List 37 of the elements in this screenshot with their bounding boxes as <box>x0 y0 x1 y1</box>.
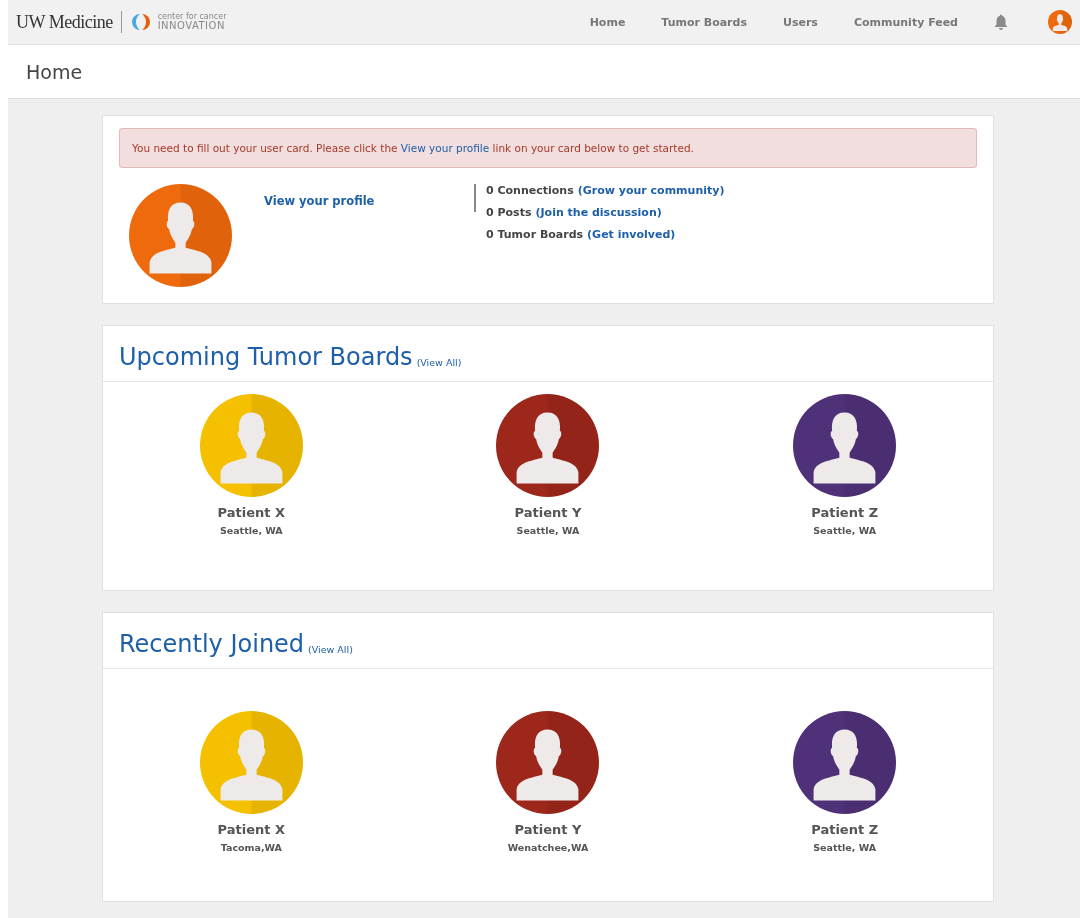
nav-link[interactable]: Community Feed <box>853 15 958 29</box>
person-location: Tacoma,WA <box>220 842 282 853</box>
person-name[interactable]: Patient X <box>217 505 286 520</box>
person-location: Seattle, WA <box>516 525 580 536</box>
profile-link[interactable]: View your profile <box>264 194 474 208</box>
profile-link[interactable]: View your profile <box>400 142 490 154</box>
section-title: Upcoming Tumor Boards <box>119 345 413 369</box>
person-location: Seattle, WA <box>813 525 877 536</box>
person-name[interactable]: Patient X <box>217 822 286 837</box>
person-name[interactable]: Patient Y <box>514 822 582 837</box>
avatar-icon <box>129 184 232 287</box>
person-name[interactable]: Patient Z <box>811 822 879 837</box>
person-location: Wenatchee,WA <box>507 842 589 853</box>
section-title: Recently Joined <box>119 632 305 656</box>
brand-name: UW Medicine <box>16 11 113 33</box>
stat-link[interactable]: (Join the discussion) <box>535 206 662 219</box>
stat-count: 0 Tumor Boards <box>486 228 584 241</box>
person-name[interactable]: Patient Z <box>811 505 879 520</box>
nav-link[interactable]: Users <box>782 15 818 29</box>
person-location: Seattle, WA <box>219 525 283 536</box>
stat-link[interactable]: (Grow your community) <box>577 184 725 197</box>
view-all-link[interactable]: (View All) <box>308 644 353 656</box>
stat-count: 0 Posts <box>486 206 532 219</box>
view-all-link[interactable]: (View All) <box>416 357 462 369</box>
person-location: Seattle, WA <box>813 842 877 853</box>
stat-link[interactable]: (Get involved) <box>587 228 676 241</box>
logo-icon <box>129 13 152 31</box>
nav-link[interactable]: Tumor Boards <box>661 15 747 29</box>
stat-count: 0 Connections <box>486 184 574 197</box>
avatar-icon <box>1048 10 1072 34</box>
alert-message: You need to fill out your user card. Please click the View your profile link on your card below to get started. <box>119 128 977 168</box>
bell-icon[interactable] <box>994 14 1008 30</box>
brand-tagline: INNOVATION <box>157 21 226 31</box>
page-title: Home <box>26 60 83 83</box>
nav-link[interactable]: Home <box>589 15 626 29</box>
brand-tagline: center for cancer <box>157 13 227 21</box>
person-name[interactable]: Patient Y <box>514 505 582 520</box>
